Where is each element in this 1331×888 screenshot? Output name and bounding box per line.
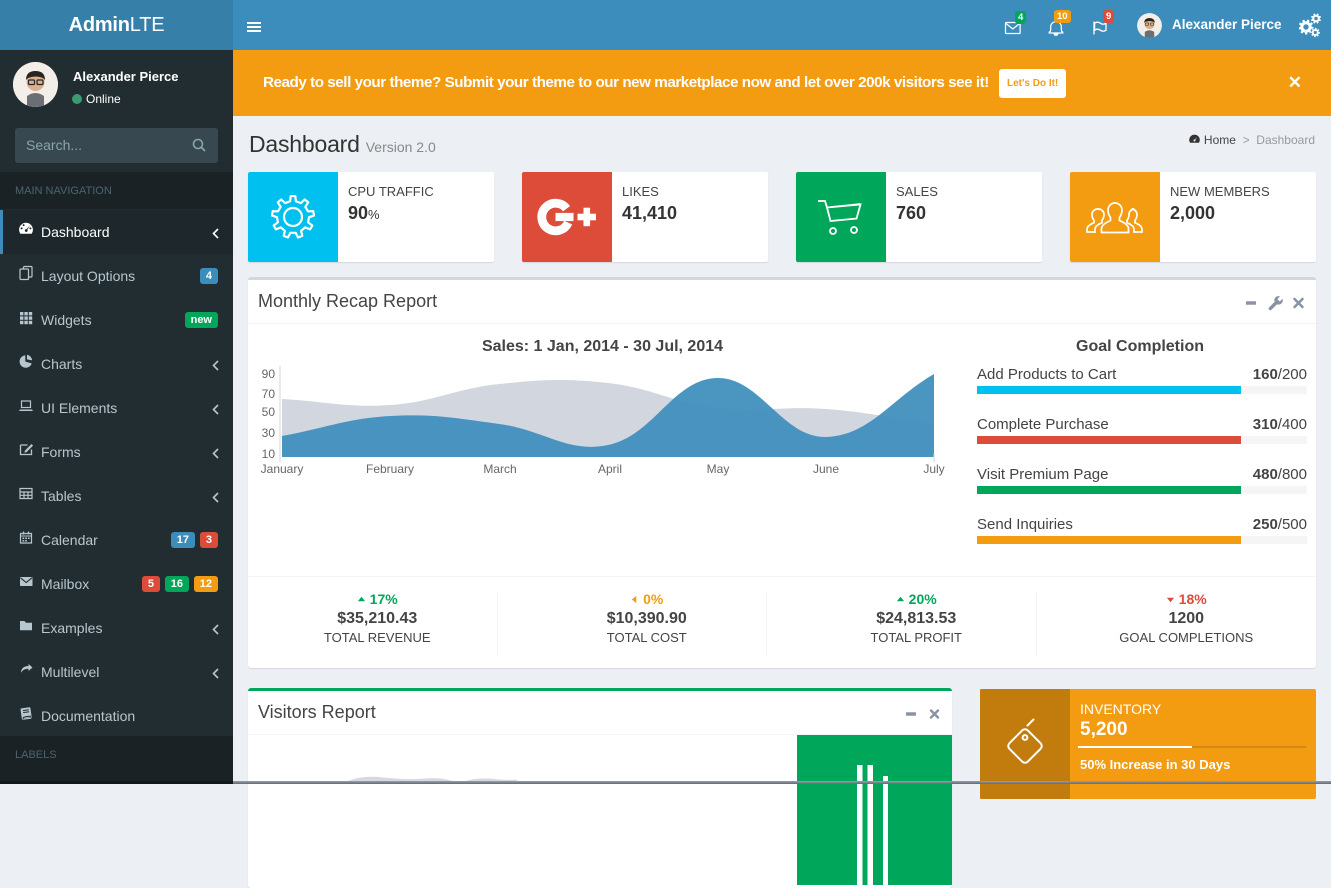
svg-text:March: March xyxy=(483,462,516,476)
svg-text:May: May xyxy=(707,462,730,476)
svg-text:50: 50 xyxy=(262,405,276,419)
svg-text:June: June xyxy=(813,462,839,476)
svg-text:July: July xyxy=(923,462,944,476)
svg-text:70: 70 xyxy=(262,387,276,401)
svg-text:April: April xyxy=(598,462,622,476)
svg-text:30: 30 xyxy=(262,426,276,440)
svg-text:90: 90 xyxy=(262,367,276,381)
svg-text:February: February xyxy=(366,462,414,476)
svg-text:January: January xyxy=(261,462,304,476)
svg-text:10: 10 xyxy=(262,447,276,461)
